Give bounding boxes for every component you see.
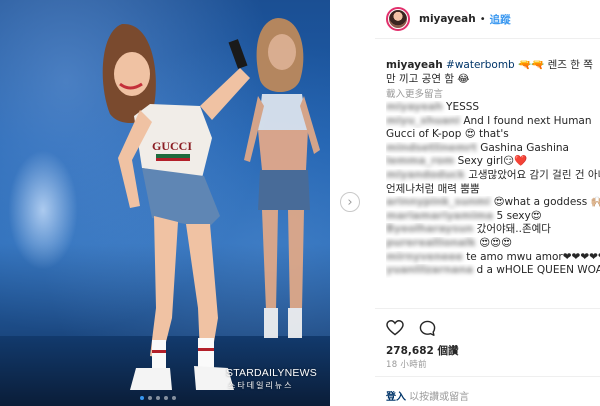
carousel-dot: [172, 396, 176, 400]
comment-text: d a wHOLE QUEEN WOAAHHH 😭: [476, 264, 600, 277]
comment-text: And I found next Human: [463, 114, 592, 127]
comment-item: arinnypink_sunmi 😍what a goddess 🙌🏼💗: [386, 196, 600, 210]
avatar[interactable]: [386, 7, 410, 31]
stage-light: [8, 150, 78, 270]
post-sidebar: miyayeah • 追蹤 miyayeah #waterbomb 🔫🔫 렌즈 …: [375, 0, 600, 406]
login-prompt-text: 以按讚或留言: [406, 392, 470, 403]
comment-text: Gucci of K-pop 😍 that's: [386, 128, 509, 141]
comment-icon: [419, 320, 435, 336]
comment-item: miyayeah YESSS: [386, 101, 600, 115]
comment-username[interactable]: mariamariyamima: [386, 210, 493, 224]
main-performer: GUCCI: [102, 23, 250, 390]
comment-username[interactable]: mindsetlinemrt: [386, 142, 477, 156]
comment-text: Sexy girl😏❤️: [457, 155, 528, 168]
comment-text: 고생많았어요 감기 걸린 건 아니죠?: [468, 168, 600, 181]
carousel-indicator: [140, 396, 176, 400]
svg-text:GUCCI: GUCCI: [152, 139, 192, 153]
comment-item: Gucci of K-pop 😍 that's: [386, 128, 600, 142]
comment-item: Byeolharaysun 갔어야돼..존예다: [386, 223, 600, 237]
comment-list: miyayeah YESSS miyu_xhuani And I found n…: [386, 101, 600, 278]
post-header: miyayeah • 追蹤: [375, 7, 600, 31]
post-caption: miyayeah #waterbomb 🔫🔫 렌즈 한 쪽만 끼고 공연 함 😂: [386, 58, 596, 86]
load-more-comments-link[interactable]: 載入更多留言: [386, 86, 443, 100]
comment-text: 갔어야돼..존예다: [476, 223, 551, 236]
comment-item: mirnyveneee te amo mwu amor❤❤❤❤❤❤: [386, 251, 600, 265]
comment-item: 언제나처럼 매력 뿜뿜: [386, 183, 600, 197]
comment-text: 😍😍😍: [479, 236, 513, 249]
comment-text: 5 sexy😍: [496, 209, 542, 222]
comment-username[interactable]: mirnyveneee: [386, 251, 463, 265]
like-count[interactable]: 278,682 個讚: [386, 343, 458, 358]
comment-item: miyandoduck 고생많았어요 감기 걸린 건 아니죠?: [386, 169, 600, 183]
comment-item: mariamariyamima 5 sexy😍: [386, 210, 600, 224]
caption-hashtag[interactable]: #waterbomb: [446, 59, 515, 71]
comment-button[interactable]: [417, 318, 437, 338]
comment-text: 언제나처럼 매력 뿜뿜: [386, 182, 480, 195]
avatar-image: [389, 10, 407, 28]
comment-item: mindsetlinemrt Gashina Gashina: [386, 142, 600, 156]
chevron-right-icon: ›: [347, 194, 353, 210]
comment-username[interactable]: arinnypink_sunmi: [386, 196, 490, 210]
like-button[interactable]: [385, 318, 405, 338]
comment-item: purereallionalk 😍😍😍: [386, 237, 600, 251]
carousel-dot: [140, 396, 144, 400]
header-separator: •: [479, 13, 486, 25]
comment-text: 😍what a goddess 🙌🏼💗: [493, 196, 600, 209]
footer-divider: [375, 376, 600, 377]
comment-item: yuanlilzarnana d a wHOLE QUEEN WOAAHHH 😭: [386, 264, 600, 278]
comment-username[interactable]: miyu_xhuani: [386, 115, 460, 129]
comment-username[interactable]: miyandoduck: [386, 169, 465, 183]
heart-icon: [386, 320, 404, 336]
comment-item: miyu_xhuani And I found next Human: [386, 115, 600, 129]
login-prompt: 登入 以按讚或留言: [386, 388, 469, 403]
login-link[interactable]: 登入: [386, 392, 406, 403]
photo-watermark: STARDAILYNEWS: [226, 367, 317, 379]
header-divider: [375, 38, 600, 39]
follow-button[interactable]: 追蹤: [490, 12, 511, 27]
comment-item: lemma_rom Sexy girl😏❤️: [386, 155, 600, 169]
header-username[interactable]: miyayeah: [419, 13, 476, 25]
carousel-dot: [156, 396, 160, 400]
comment-username[interactable]: lemma_rom: [386, 155, 454, 169]
carousel-dot: [148, 396, 152, 400]
comment-text: Gashina Gashina: [480, 141, 569, 154]
comment-text: te amo mwu amor❤❤❤❤❤❤: [466, 250, 600, 263]
comment-username[interactable]: miyayeah: [386, 101, 443, 115]
post-photo[interactable]: GUCCI STARDAILYNEWS 스타데일리뉴스: [0, 0, 330, 406]
comment-text: YESSS: [446, 101, 480, 113]
next-photo-button[interactable]: ›: [340, 192, 360, 212]
comment-username[interactable]: Byeolharaysun: [386, 223, 473, 237]
post-timestamp[interactable]: 18 小時前: [386, 358, 427, 370]
actions-divider: [375, 308, 600, 309]
caption-username[interactable]: miyayeah: [386, 59, 443, 71]
comment-username[interactable]: purereallionalk: [386, 237, 476, 251]
photo-watermark-sub: 스타데일리뉴스: [228, 381, 294, 390]
comment-username[interactable]: yuanlilzarnana: [386, 264, 473, 278]
post-actions: [385, 318, 437, 338]
carousel-dot: [164, 396, 168, 400]
